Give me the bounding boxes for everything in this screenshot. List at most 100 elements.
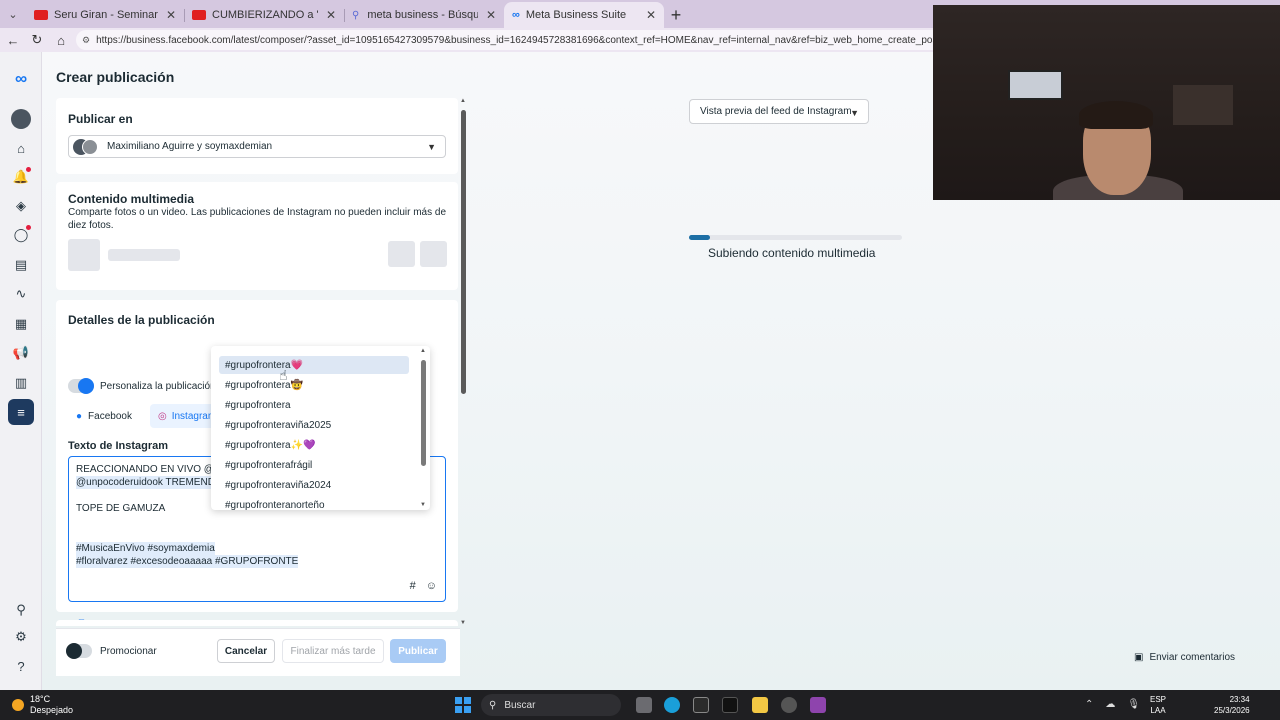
back-icon[interactable]: ← <box>1 33 25 48</box>
hashtag-option[interactable]: #grupofronteranorteño <box>219 496 409 511</box>
compass-icon[interactable]: ◈ <box>9 195 33 217</box>
file-explorer-icon[interactable] <box>752 697 768 713</box>
calendar-icon[interactable]: ▦ <box>9 313 33 335</box>
browser-tab-1[interactable]: Seru Giran - Seminare - Karaoke li ✕ <box>26 2 184 28</box>
hashtag-option[interactable]: #grupofronteraviña2025 <box>219 416 409 434</box>
text-line: #MusicaEnVivo #soymaxdemia <box>76 542 215 555</box>
text-line: #floralvarez #excesodeoaaaaa #GRUPOFRONT… <box>76 555 299 568</box>
finish-later-button[interactable]: Finalizar más tarde <box>282 639 384 663</box>
text-line: @unpocoderuidook TREMENDO <box>76 476 223 489</box>
promote-toggle-row[interactable]: Promocionar <box>66 643 157 659</box>
megaphone-icon[interactable]: 📢 <box>9 342 33 364</box>
media-thumbnail-placeholder <box>68 239 100 271</box>
close-tab-icon[interactable]: ✕ <box>646 8 656 22</box>
left-nav-rail: ∞ ⌂ 🔔 ◈ ◯ ▤ ∿ ▦ 📢 ▥ ≡ ⚲ ⚙ ? <box>0 52 42 690</box>
account-select[interactable]: Maximiliano Aguirre y soymaxdemian ▼ <box>68 135 446 158</box>
video-editor-icon[interactable] <box>810 697 826 713</box>
pages-icon[interactable]: ▤ <box>9 254 33 276</box>
browser-tab-2[interactable]: CUMBIERIZANDO a "Maria Becerr ✕ <box>184 2 344 28</box>
facebook-icon: ● <box>76 410 83 422</box>
close-tab-icon[interactable]: ✕ <box>326 8 336 22</box>
next-card <box>56 620 458 626</box>
lang-top: ESP <box>1150 695 1167 704</box>
url-text: https://business.facebook.com/latest/com… <box>96 34 941 46</box>
media-action-placeholder <box>388 241 415 267</box>
media-heading: Contenido multimedia <box>68 192 194 206</box>
new-tab-icon[interactable]: + <box>664 2 688 28</box>
hashtag-option[interactable]: #grupofrontera <box>219 396 409 414</box>
youtube-icon <box>34 10 48 20</box>
notifications-icon[interactable]: 🔔 <box>9 166 33 188</box>
lang-bottom: LAA <box>1150 706 1166 715</box>
settings-icon[interactable]: ⚙ <box>9 626 33 648</box>
date: 25/3/2026 <box>1214 706 1250 715</box>
edge-icon[interactable] <box>664 697 680 713</box>
hashtag-option[interactable]: #grupofrontera💗 <box>219 356 409 374</box>
account-avatars <box>73 138 99 155</box>
hashtag-option[interactable]: #grupofrontera✨💜 <box>219 436 409 454</box>
media-text-placeholder <box>108 249 180 261</box>
promote-toggle[interactable] <box>66 643 92 659</box>
tab-title: Meta Business Suite <box>525 9 627 21</box>
windows-start-icon[interactable] <box>455 697 471 713</box>
app-icon[interactable] <box>693 697 709 713</box>
text-line: REACCIONANDO EN VIVO @F@ <box>76 464 231 475</box>
meta-icon: ∞ <box>512 9 520 21</box>
feedback-link[interactable]: ▣ Enviar comentarios <box>1134 652 1235 663</box>
system-tray: ⌃ ☁ 🎙 <box>1085 699 1140 710</box>
task-view-icon[interactable] <box>636 697 652 713</box>
browser-tab-4[interactable]: ∞ Meta Business Suite ✕ <box>504 2 664 28</box>
close-tab-icon[interactable]: ✕ <box>166 8 176 22</box>
tab-search-icon[interactable]: ⌄ <box>0 0 26 28</box>
help-icon[interactable]: ? <box>9 655 33 677</box>
platform-tabs: ● Facebook ◎ Instagram <box>68 404 234 428</box>
close-tab-icon[interactable]: ✕ <box>486 8 496 22</box>
chat-icon[interactable]: ◯ <box>9 224 33 246</box>
home-icon[interactable]: ⌂ <box>9 137 33 159</box>
menu-icon[interactable]: ≡ <box>8 399 34 425</box>
meta-logo-icon[interactable]: ∞ <box>9 68 33 90</box>
caret-down-icon: ▼ <box>427 142 436 152</box>
suggestions-scrollbar[interactable]: ▲ ▼ <box>420 348 428 508</box>
reload-icon[interactable]: ↻ <box>25 32 49 48</box>
cloud-icon[interactable]: ☁ <box>1105 699 1115 710</box>
profile-avatar-icon[interactable] <box>9 108 33 130</box>
caret-down-icon: ▼ <box>850 108 859 118</box>
clock[interactable]: 23:34 25/3/2026 <box>1214 694 1250 716</box>
hashtag-option[interactable]: #grupofronterafrágil <box>219 456 409 474</box>
composer-scrollbar[interactable]: ▲ ▼ <box>460 98 468 626</box>
emoji-icon[interactable]: ☺ <box>426 580 437 593</box>
weather-widget[interactable]: 18°C Despejado <box>12 694 73 716</box>
taskbar-search[interactable]: ⚲ Buscar <box>481 694 621 716</box>
upload-progress-fill <box>689 235 711 240</box>
mouse-cursor-icon: ☝ <box>279 367 288 383</box>
language-indicator[interactable]: ESP LAA <box>1150 694 1166 716</box>
tab-label: Instagram <box>171 410 217 422</box>
home-icon[interactable]: ⌂ <box>49 33 73 48</box>
search-icon: ⚲ <box>352 9 360 21</box>
instagram-icon: ◎ <box>157 410 167 422</box>
hashtag-option[interactable]: #grupofronteraviña2024 <box>219 476 409 494</box>
time: 23:34 <box>1229 695 1250 704</box>
youtube-icon <box>192 10 206 20</box>
handshake-icon[interactable]: ∿ <box>9 283 33 305</box>
feedback-label: Enviar comentarios <box>1149 652 1236 663</box>
cancel-button[interactable]: Cancelar <box>217 639 275 663</box>
tiktok-icon[interactable] <box>722 697 738 713</box>
preview-selector-label: Vista previa del feed de Instagram <box>700 106 852 117</box>
media-player-icon[interactable] <box>781 697 797 713</box>
preview-selector[interactable]: Vista previa del feed de Instagram ▼ <box>689 99 869 124</box>
tab-facebook[interactable]: ● Facebook <box>68 404 140 428</box>
insights-icon[interactable]: ▥ <box>9 372 33 394</box>
search-icon[interactable]: ⚲ <box>9 599 33 621</box>
hashtag-icon[interactable]: # <box>410 580 416 593</box>
publish-in-card: Publicar en Maximiliano Aguirre y soymax… <box>56 98 458 174</box>
browser-tab-3[interactable]: ⚲ meta business - Búsqueda ✕ <box>344 2 504 28</box>
publish-button[interactable]: Publicar <box>390 639 446 663</box>
chevron-up-icon[interactable]: ⌃ <box>1085 699 1093 710</box>
hashtag-option[interactable]: #grupofrontera🤠 <box>219 376 409 394</box>
customize-toggle[interactable] <box>68 378 94 394</box>
site-info-icon[interactable]: ⚙ <box>82 35 90 46</box>
account-select-value: Maximiliano Aguirre y soymaxdemian <box>107 141 273 152</box>
microphone-icon[interactable]: 🎙 <box>1127 699 1140 710</box>
